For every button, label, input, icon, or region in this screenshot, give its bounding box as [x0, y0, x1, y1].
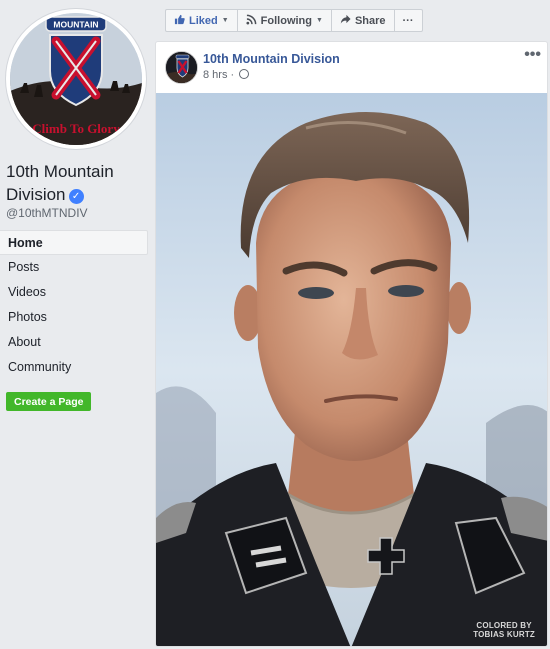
share-arrow-icon: [340, 14, 351, 28]
post-timestamp[interactable]: 8 hrs: [203, 69, 227, 81]
rss-feed-icon: [246, 14, 257, 28]
thumbs-up-icon: [174, 14, 185, 28]
page-title[interactable]: 10th Mountain Division ✓: [6, 160, 151, 206]
portrait-photo-image: [156, 93, 547, 646]
liked-label: Liked: [189, 14, 218, 27]
feed-post: 10th Mountain Division 8 hrs · ••• COLOR…: [155, 41, 548, 647]
share-label: Share: [354, 14, 386, 27]
page-sidebar: MOUNTAIN Climb To Glory 10th Mountain Di…: [0, 0, 154, 649]
page-action-bar: Liked ▼ Following ▼ Share ···: [165, 9, 423, 32]
post-options-button[interactable]: •••: [524, 46, 541, 64]
more-options-button[interactable]: ···: [395, 10, 422, 31]
page-name-text: 10th Mountain Division: [6, 162, 114, 204]
following-label: Following: [260, 14, 312, 27]
post-photo[interactable]: COLORED BY TOBIAS KURTZ: [156, 93, 547, 646]
nav-item-community[interactable]: Community: [0, 355, 148, 380]
share-button[interactable]: Share: [332, 10, 395, 31]
nav-item-videos[interactable]: Videos: [0, 280, 148, 305]
mountain-division-insignia-icon: MOUNTAIN Climb To Glory: [10, 13, 142, 145]
post-author-avatar[interactable]: [165, 51, 198, 84]
nav-item-home[interactable]: Home: [0, 230, 148, 255]
following-button[interactable]: Following ▼: [238, 10, 332, 31]
post-author-name[interactable]: 10th Mountain Division: [203, 52, 340, 66]
create-page-button[interactable]: Create a Page: [6, 392, 92, 411]
page-handle[interactable]: @10thMTNDIV: [6, 206, 88, 220]
page-nav: Home Posts Videos Photos About Community: [0, 230, 148, 380]
post-meta: 8 hrs ·: [203, 69, 250, 81]
verified-badge-icon: ✓: [68, 189, 84, 204]
caret-down-icon: ▼: [221, 17, 229, 24]
meta-separator: ·: [230, 69, 238, 81]
caret-down-icon: ▼: [316, 17, 323, 24]
nav-item-posts[interactable]: Posts: [0, 255, 148, 280]
photo-credit: COLORED BY TOBIAS KURTZ: [473, 621, 535, 639]
globe-icon: [239, 69, 250, 79]
nav-item-about[interactable]: About: [0, 330, 148, 355]
credit-line-1: COLORED BY: [476, 621, 532, 630]
avatar-motto-text: Climb To Glory: [32, 121, 120, 136]
liked-button[interactable]: Liked ▼: [166, 10, 238, 31]
page-profile-picture[interactable]: MOUNTAIN Climb To Glory: [6, 9, 146, 149]
nav-item-photos[interactable]: Photos: [0, 305, 148, 330]
profile-picture-image: MOUNTAIN Climb To Glory: [10, 13, 142, 145]
avatar-tab-text: MOUNTAIN: [53, 20, 98, 30]
credit-line-2: TOBIAS KURTZ: [473, 630, 535, 639]
mountain-division-insignia-icon: [166, 52, 197, 83]
